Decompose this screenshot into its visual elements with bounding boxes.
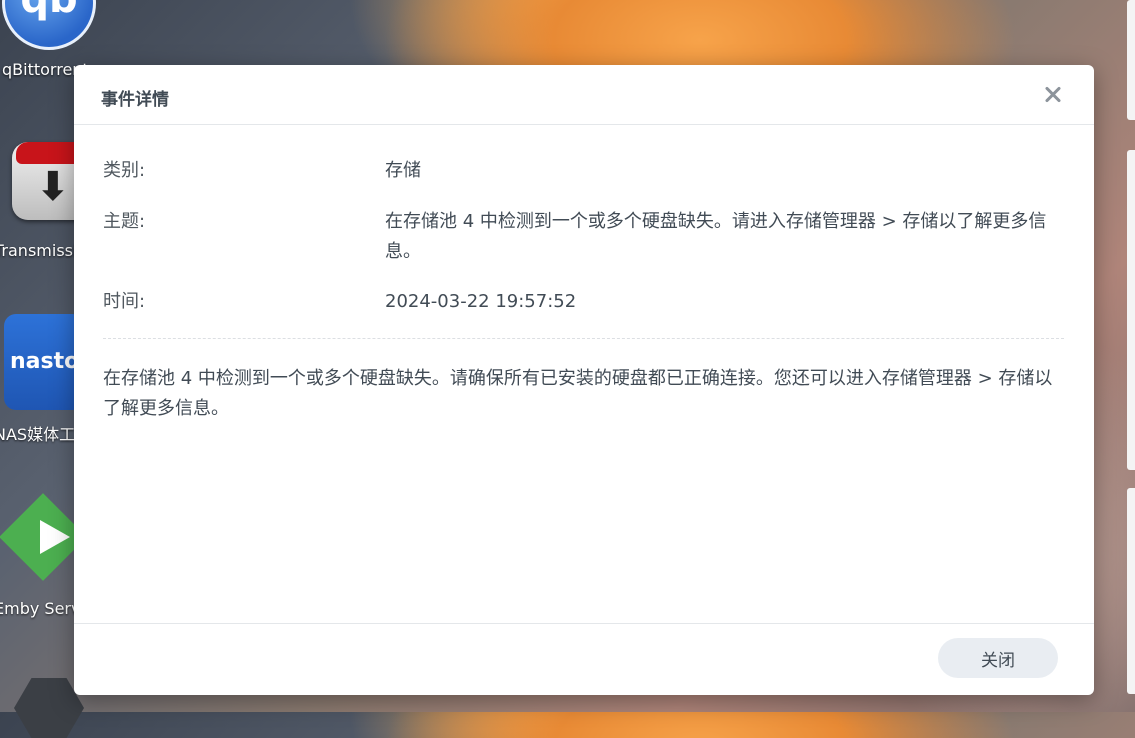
field-label: 主题:: [103, 211, 146, 232]
event-description: 在存储池 4 中检测到一个或多个硬盘缺失。请确保所有已安装的硬盘都已正确连接。您…: [103, 368, 1053, 419]
window-edge-pane: [1127, 0, 1135, 120]
field-value: 存储: [385, 160, 421, 181]
download-arrow-icon: ⬇: [36, 164, 70, 210]
divider: [103, 338, 1064, 339]
field-label: 类别:: [103, 160, 146, 181]
close-button[interactable]: 关闭: [938, 638, 1058, 678]
dialog-footer: 关闭: [74, 623, 1094, 695]
field-value: 在存储池 4 中检测到一个或多个硬盘缺失。请进入存储管理器 > 存储以了解更多信…: [385, 211, 1047, 262]
dialog-header: 事件详情: [74, 65, 1094, 125]
background-window-edge: [1113, 0, 1135, 712]
emby-icon: [0, 493, 87, 588]
window-edge-pane: [1127, 150, 1135, 470]
event-details-dialog: 事件详情 类别: 存储 主题: 在存储池 4 中检测到一个或多个硬盘缺失。请进入…: [74, 65, 1094, 695]
play-icon: [40, 520, 70, 554]
nastool-icon: nastool: [4, 314, 84, 410]
field-value: 2024-03-22 19:57:52: [385, 291, 577, 312]
qbittorrent-icon: qb: [2, 0, 96, 50]
field-label: 时间:: [103, 291, 146, 312]
close-icon[interactable]: [1040, 82, 1066, 108]
window-edge-pane: [1127, 488, 1135, 694]
dialog-title: 事件详情: [101, 90, 169, 110]
